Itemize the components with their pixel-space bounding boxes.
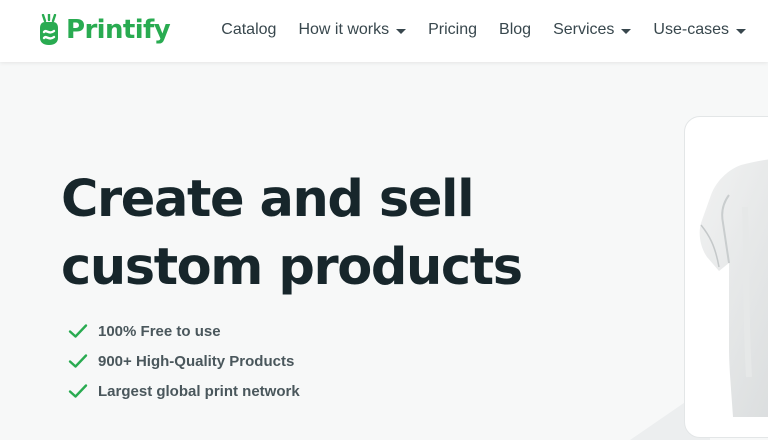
- site-header: Printify Catalog How it works Pricing Bl…: [0, 0, 768, 62]
- hero-title: Create and sell custom products: [61, 166, 581, 302]
- nav-pricing[interactable]: Pricing: [428, 21, 477, 39]
- feature-item: 900+ High-Quality Products: [68, 346, 300, 376]
- caret-down-icon: [736, 28, 746, 34]
- check-icon: [68, 354, 88, 368]
- check-icon: [68, 384, 88, 398]
- nav-use-cases[interactable]: Use-cases: [653, 21, 746, 39]
- nav-how-it-works[interactable]: How it works: [298, 21, 407, 39]
- nav-catalog[interactable]: Catalog: [221, 21, 276, 39]
- main-nav: Catalog How it works Pricing Blog Servic…: [221, 0, 746, 60]
- nav-use-cases-label: Use-cases: [653, 21, 729, 38]
- feature-item: Largest global print network: [68, 376, 300, 406]
- caret-down-icon: [396, 28, 407, 34]
- feature-item: 100% Free to use: [68, 316, 300, 346]
- feature-text: 900+ High-Quality Products: [98, 352, 295, 370]
- hero-title-line-2: custom products: [61, 238, 523, 297]
- feature-list: 100% Free to use 900+ High-Quality Produ…: [68, 316, 300, 406]
- nav-services-label: Services: [553, 21, 615, 38]
- printify-logo-icon: [40, 14, 58, 45]
- feature-text: Largest global print network: [98, 382, 300, 400]
- nav-how-it-works-label: How it works: [298, 21, 390, 38]
- tshirt-icon: [699, 159, 768, 417]
- logo-wordmark: Printify: [66, 15, 171, 45]
- product-card[interactable]: [684, 116, 768, 438]
- hero-title-line-1: Create and sell: [61, 170, 475, 229]
- nav-blog-label: Blog: [499, 21, 532, 38]
- nav-blog[interactable]: Blog: [499, 21, 531, 39]
- caret-down-icon: [621, 28, 632, 34]
- nav-services[interactable]: Services: [553, 21, 632, 39]
- feature-text: 100% Free to use: [98, 322, 221, 340]
- nav-pricing-label: Pricing: [428, 21, 478, 38]
- nav-catalog-label: Catalog: [221, 21, 277, 38]
- check-icon: [68, 324, 88, 338]
- printify-logo[interactable]: Printify: [36, 12, 171, 48]
